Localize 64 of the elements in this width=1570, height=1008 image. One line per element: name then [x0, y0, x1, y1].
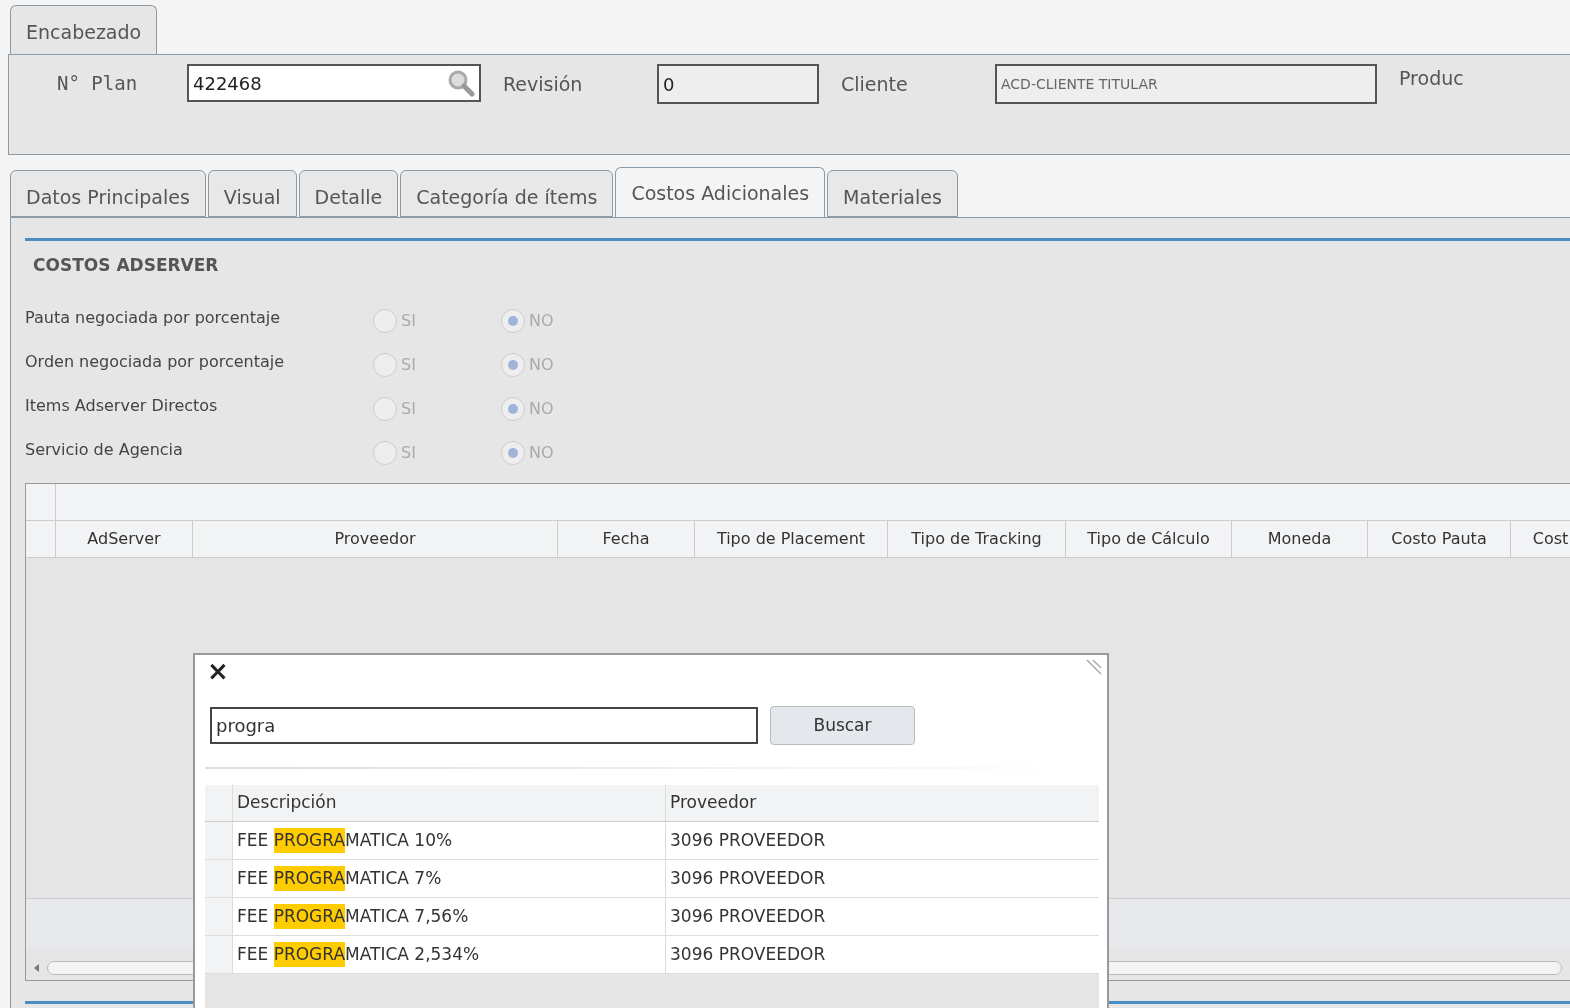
column-header[interactable]: Descripción — [233, 785, 666, 821]
tab[interactable]: Costos Adicionales — [615, 167, 826, 217]
table-cell-text: 3096 PROVEEDOR — [669, 866, 827, 890]
column-header[interactable]: Tipo de Cálculo — [1066, 520, 1232, 557]
text-field[interactable]: 0 — [657, 64, 819, 104]
row-header[interactable] — [205, 936, 233, 973]
column-header[interactable]: Proveedor — [666, 785, 1099, 821]
option-label: Pauta negociada por porcentaje — [25, 306, 281, 329]
radio-label: SI — [401, 441, 416, 464]
column-header[interactable]: Tipo de Tracking — [888, 520, 1066, 557]
table-cell: FEE PROGRAMATICA 7% — [233, 860, 666, 897]
header-tab[interactable]: Encabezado — [10, 5, 158, 54]
option-label: Servicio de Agencia — [25, 438, 184, 461]
search-icon[interactable] — [447, 69, 475, 97]
field-label: Revisión — [502, 71, 584, 97]
tab[interactable]: Visual — [207, 170, 297, 217]
tab[interactable]: Materiales — [827, 170, 958, 217]
tab[interactable]: Detalle — [298, 170, 399, 217]
field-label: N° Plan — [56, 70, 139, 96]
field-label: Cliente — [840, 71, 909, 97]
option-label: Items Adserver Directos — [25, 394, 219, 417]
radio-button[interactable] — [373, 308, 397, 333]
radio-button[interactable] — [373, 396, 397, 421]
column-header[interactable]: Moneda — [1232, 520, 1368, 557]
radio-button[interactable] — [501, 396, 525, 421]
plan-number-field[interactable]: 422468 — [187, 64, 481, 102]
radio-label: NO — [529, 441, 554, 464]
radio-button[interactable] — [501, 308, 525, 333]
radio-button[interactable] — [501, 440, 525, 465]
row-header[interactable] — [205, 822, 233, 859]
radio-label: NO — [529, 309, 554, 332]
radio-button[interactable] — [373, 352, 397, 377]
resize-grip-icon[interactable] — [1085, 658, 1103, 676]
tab[interactable]: Datos Principales — [10, 170, 206, 217]
column-header[interactable]: Proveedor — [193, 520, 558, 557]
radio-label: SI — [401, 309, 416, 332]
table-cell: FEE PROGRAMATICA 7,56% — [233, 898, 666, 935]
field-label: Produc — [1398, 66, 1464, 91]
column-header[interactable]: Cost — [1511, 520, 1570, 557]
section-title: COSTOS ADSERVER — [32, 254, 220, 277]
radio-label: SI — [401, 397, 416, 420]
search-field[interactable]: progra — [210, 707, 758, 744]
text-field[interactable]: ACD-CLIENTE TITULAR — [995, 64, 1377, 104]
row-header[interactable] — [205, 860, 233, 897]
search-button[interactable]: Buscar — [770, 706, 915, 745]
table-cell-text: 3096 PROVEEDOR — [669, 942, 827, 966]
column-header[interactable]: AdServer — [56, 520, 193, 557]
radio-button[interactable] — [373, 440, 397, 465]
radio-label: NO — [529, 353, 554, 376]
close-button[interactable]: × — [207, 658, 229, 684]
column-header[interactable]: Fecha — [558, 520, 695, 557]
table-cell: FEE PROGRAMATICA 2,534% — [233, 936, 666, 973]
row-header[interactable] — [205, 898, 233, 935]
table-cell-text: 3096 PROVEEDOR — [669, 828, 827, 852]
radio-label: NO — [529, 397, 554, 420]
radio-label: SI — [401, 353, 416, 376]
column-header[interactable]: Costo Pauta — [1368, 520, 1511, 557]
column-header[interactable]: Tipo de Placement — [695, 520, 888, 557]
option-label: Orden negociada por porcentaje — [25, 350, 286, 373]
table-cell: FEE PROGRAMATICA 10% — [233, 822, 666, 859]
radio-button[interactable] — [501, 352, 525, 377]
table-cell-text: 3096 PROVEEDOR — [669, 904, 827, 928]
tab[interactable]: Categoría de ítems — [400, 170, 614, 217]
scroll-left-icon[interactable] — [34, 963, 39, 972]
